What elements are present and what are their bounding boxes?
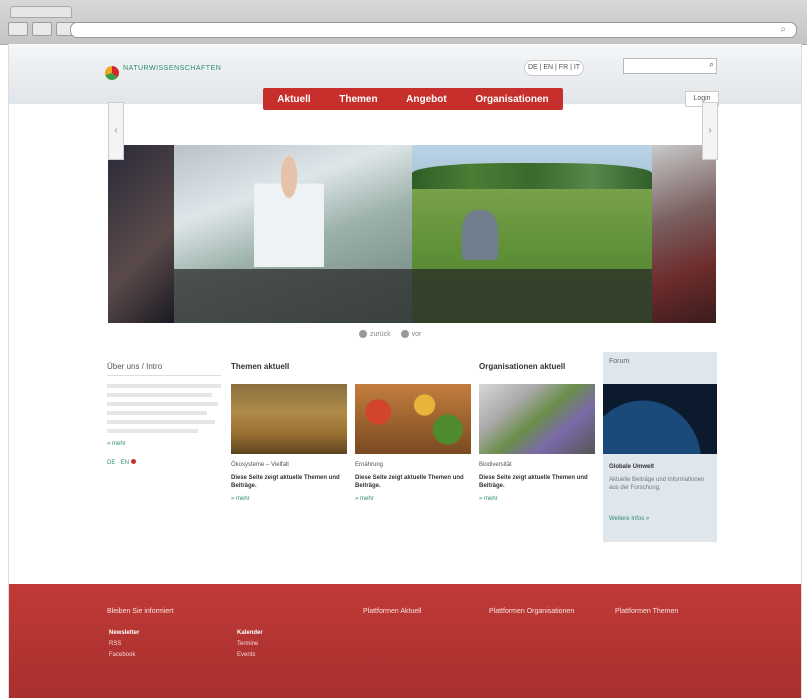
carousel-controls: zurück vor (359, 330, 421, 338)
orgs-section-title: Organisationen aktuell (479, 362, 566, 371)
logo-text: NATURWISSENSCHAFTEN (123, 65, 222, 72)
intro-more-link[interactable]: » mehr (107, 441, 221, 447)
nav-item-angebot[interactable]: Angebot (406, 94, 447, 105)
featured-link[interactable]: Weitere Infos » (609, 516, 649, 522)
carousel-slide-prev[interactable] (108, 145, 174, 323)
site-logo[interactable]: NATURWISSENSCHAFTEN (105, 62, 275, 92)
card-topic: Biodiversität (479, 462, 512, 468)
browser-chrome: ⌕ (0, 0, 807, 45)
card-teaser: Diese Seite zeigt aktuelle Themen und Be… (355, 475, 464, 489)
language-switcher[interactable]: DE | EN | FR | IT (524, 60, 584, 76)
badge-dot-icon (131, 459, 137, 464)
footer-link[interactable]: Kalender (237, 628, 263, 639)
url-bar[interactable]: ⌕ (70, 22, 797, 38)
footer-link[interactable]: Facebook (109, 650, 139, 661)
featured-title: Forum (609, 358, 630, 365)
footer-link[interactable]: RSS (109, 639, 139, 650)
next-icon (400, 330, 409, 338)
card-image[interactable] (479, 384, 595, 454)
prev-label: zurück (370, 330, 391, 338)
footer-col2-title: Plattformen Aktuell (363, 608, 422, 615)
news-card[interactable]: Ökosysteme – Vielfalt Diese Seite zeigt … (231, 384, 347, 502)
image-carousel (108, 145, 716, 323)
featured-headline[interactable]: Globale Umwelt (609, 464, 654, 470)
footer-col3-title: Plattformen Organisationen (489, 608, 575, 615)
earth-image[interactable] (603, 384, 717, 454)
card-more-link[interactable]: » mehr (479, 496, 595, 502)
language-badge[interactable]: DE · EN (107, 459, 221, 466)
footer-col4-title: Plattformen Themen (615, 608, 679, 615)
card-image[interactable] (355, 384, 471, 454)
scientist-image (254, 147, 324, 267)
browser-nav-buttons (8, 22, 76, 36)
featured-box: Forum Globale Umwelt Aktuelle Beiträge u… (603, 352, 717, 542)
intro-text (107, 384, 221, 433)
card-more-link[interactable]: » mehr (355, 496, 471, 502)
forward-button[interactable] (32, 22, 52, 36)
footer-col1b-list: Kalender Termine Events (237, 628, 263, 661)
intro-title: Über uns / Intro (107, 362, 221, 376)
search-icon: ⌕ (780, 24, 786, 35)
main-nav: Aktuell Themen Angebot Organisationen (263, 88, 563, 110)
child-image (462, 210, 498, 260)
card-teaser: Diese Seite zeigt aktuelle Themen und Be… (231, 475, 340, 489)
carousel-next-control[interactable]: vor (400, 330, 422, 338)
footer-link[interactable]: Newsletter (109, 628, 139, 639)
footer-link[interactable]: Termine (237, 639, 263, 650)
card-topic: Ökosysteme – Vielfalt (231, 462, 289, 468)
carousel-slide-next[interactable] (652, 145, 716, 323)
nav-item-aktuell[interactable]: Aktuell (277, 94, 310, 105)
footer: Bleiben Sie informiert Newsletter RSS Fa… (9, 584, 801, 698)
page: NATURWISSENSCHAFTEN DE | EN | FR | IT ⌕ … (8, 44, 802, 698)
carousel-caption (174, 269, 412, 323)
card-image[interactable] (231, 384, 347, 454)
prev-icon (359, 330, 367, 338)
card-topic: Ernährung (355, 462, 384, 468)
back-button[interactable] (8, 22, 28, 36)
carousel-prev-arrow-icon[interactable]: ‹ (108, 102, 124, 160)
badge-label: DE · EN (107, 460, 130, 466)
site-search-input[interactable]: ⌕ (623, 58, 717, 74)
carousel-prev-control[interactable]: zurück (359, 330, 391, 338)
intro-column: Über uns / Intro » mehr DE · EN (107, 362, 221, 466)
browser-tab[interactable] (10, 6, 72, 18)
search-icon[interactable]: ⌕ (709, 59, 714, 70)
footer-col1-list: Newsletter RSS Facebook (109, 628, 139, 661)
trees-image (412, 163, 652, 189)
carousel-caption (412, 269, 652, 323)
news-card[interactable]: Biodiversität Diese Seite zeigt aktuelle… (479, 384, 595, 502)
nav-item-organisationen[interactable]: Organisationen (475, 94, 548, 105)
next-label: vor (411, 330, 422, 338)
card-teaser: Diese Seite zeigt aktuelle Themen und Be… (479, 475, 588, 489)
footer-col1-title: Bleiben Sie informiert (107, 608, 174, 615)
logo-mark-icon (105, 66, 119, 80)
news-card[interactable]: Ernährung Diese Seite zeigt aktuelle The… (355, 384, 471, 502)
card-more-link[interactable]: » mehr (231, 496, 347, 502)
footer-link[interactable]: Events (237, 650, 263, 661)
nav-item-themen[interactable]: Themen (339, 94, 377, 105)
themen-section-title: Themen aktuell (231, 362, 290, 371)
featured-text: Aktuelle Beiträge und Informationen aus … (609, 477, 705, 491)
carousel-next-arrow-icon[interactable]: › (702, 102, 718, 160)
